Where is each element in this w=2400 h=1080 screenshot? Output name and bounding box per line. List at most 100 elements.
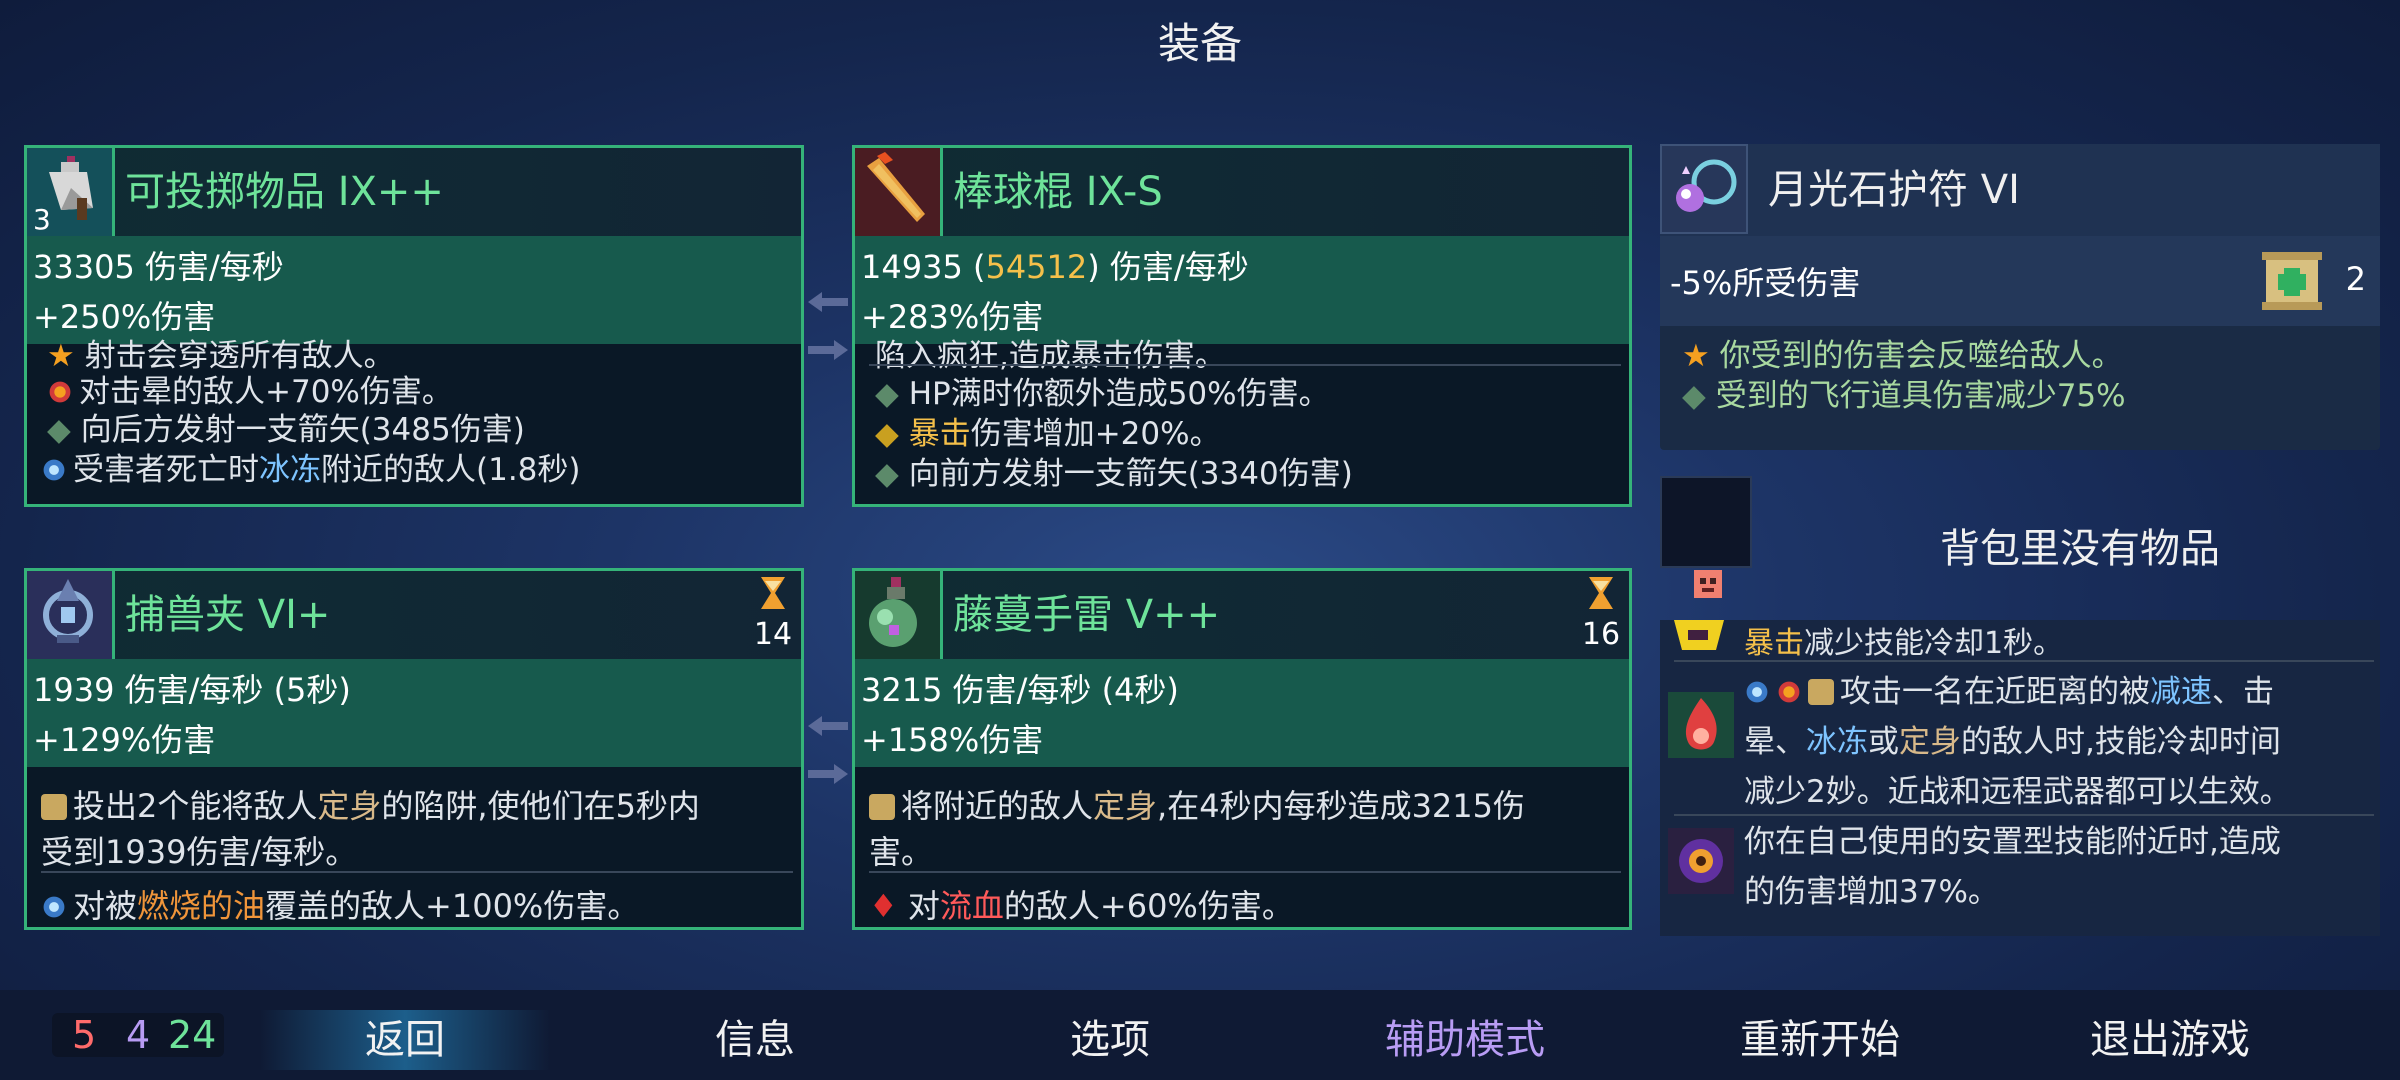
hourglass-icon	[1589, 577, 1613, 609]
purple-counter: 4	[126, 1013, 151, 1057]
effect-text: 的敌人+60%伤害。	[1003, 887, 1294, 925]
dps-text: 1939 伤害/每秒 (5秒)	[33, 671, 351, 709]
effect-text: 你受到的伤害会反噬给敌人。	[1719, 338, 2123, 374]
weapon-card-throwable[interactable]: 3 可投掷物品 IX++ 33305 伤害/每秒 +250%伤害 ★ 射击会穿透…	[24, 145, 804, 507]
effect-text: 减少技能冷却1秒。	[1804, 626, 2064, 661]
effect-line: 受到1939伤害/每秒。	[41, 833, 358, 871]
effect-line: 晕、冰冻或定身的敌人时,技能冷却时间	[1744, 716, 2281, 761]
weapon-card-bear-trap[interactable]: 捕兽夹 VI+ 14 1939 伤害/每秒 (5秒) +129%伤害 投出2个能…	[24, 568, 804, 930]
lock-icon	[869, 794, 895, 820]
effect-text: 受害者死亡时	[73, 452, 259, 488]
freeze-icon	[41, 457, 67, 483]
weapon-card-baseball-bat[interactable]: 棒球棍 IX-S 14935 (54512) 伤害/每秒 +283%伤害 陷入疯…	[852, 145, 1632, 507]
effect-text: 附近的敌人(1.8秒)	[321, 452, 581, 488]
effect-text: ,在4秒内每秒造成3215伤	[1157, 787, 1526, 825]
moonstone-amulet-icon	[1660, 144, 1748, 234]
weapon-stats: 3215 伤害/每秒 (4秒) +158%伤害	[855, 659, 1629, 767]
weapon-level: 3	[33, 203, 51, 236]
swap-arrow-right-icon[interactable]	[808, 340, 848, 360]
effect-line: 攻击一名在近距离的被减速、击	[1744, 666, 2274, 711]
flame-item-icon	[1668, 692, 1734, 758]
effect-line: 害。	[869, 833, 934, 871]
effect-line: 减少2妙。近战和远程武器都可以生效。	[1744, 774, 2291, 810]
quit-game-button[interactable]: 退出游戏	[2050, 1010, 2290, 1070]
root-keyword: 定身	[1899, 724, 1961, 760]
effect-line: ◆ HP满时你额外造成50%伤害。	[875, 376, 1330, 412]
amulet-panel[interactable]: 月光石护符 VI -5%所受伤害 2 ★ 你受到的伤害会反噬给敌人。 ◆ 受到的…	[1660, 144, 2380, 450]
crit-item-icon	[1674, 620, 1724, 650]
effect-text: 对	[907, 887, 940, 925]
swap-arrow-left-icon[interactable]	[808, 292, 848, 312]
root-keyword: 定身	[1093, 787, 1158, 825]
weapon-stats: 33305 伤害/每秒 +250%伤害	[27, 236, 801, 344]
stun-icon	[47, 379, 73, 405]
effect-line: 对被燃烧的油覆盖的敌人+100%伤害。	[41, 881, 639, 927]
green-counter: 24	[168, 1013, 217, 1057]
swap-arrow-right-icon[interactable]	[808, 764, 848, 784]
item-effects-list: 暴击减少技能冷却1秒。 攻击一名在近距离的被减速、击 晕、冰冻或定身的敌人时,技…	[1660, 620, 2380, 936]
divider	[869, 871, 1621, 873]
stun-icon	[1776, 679, 1802, 705]
amulet-stats: -5%所受伤害 2	[1660, 236, 2380, 326]
crit-keyword: 暴击	[908, 416, 971, 452]
root-keyword: 定身	[317, 787, 382, 825]
assist-mode-button[interactable]: 辅助模式	[1340, 1010, 1590, 1070]
restart-button[interactable]: 重新开始	[1700, 1010, 1940, 1070]
freeze-keyword: 冰冻	[259, 452, 321, 488]
hourglass-icon	[761, 577, 785, 609]
lock-icon	[1808, 679, 1834, 705]
effect-text: 覆盖的敌人+100%伤害。	[265, 887, 640, 925]
effect-line: 暴击减少技能冷却1秒。	[1744, 618, 2063, 662]
amulet-effect-line: ◆ 受到的飞行道具伤害减少75%	[1682, 378, 2126, 414]
weapon-name: 藤蔓手雷 V++	[953, 592, 1221, 638]
divider	[869, 364, 1621, 366]
slow-keyword: 减速	[2150, 674, 2212, 710]
screen-title: 装备	[1157, 19, 1242, 68]
cooldown-timer: 16	[1581, 575, 1621, 652]
backpack-panel: 背包里没有物品 暴击减少技能冷却1秒。 攻击一名在近距离的被减速、击 晕、冰冻或…	[1660, 476, 2380, 936]
weapon-stats: 14935 (54512) 伤害/每秒 +283%伤害	[855, 236, 1629, 344]
freeze-icon	[41, 894, 67, 920]
weapon-stats: 1939 伤害/每秒 (5秒) +129%伤害	[27, 659, 801, 767]
scroll-count: 2	[2345, 260, 2366, 298]
trap-aura-item-icon	[1668, 828, 1734, 894]
baseball-bat-icon	[855, 148, 943, 236]
scroll-icon	[2262, 252, 2322, 310]
weapon-name: 棒球棍 IX-S	[953, 169, 1163, 215]
effect-text: 的敌人时,技能冷却时间	[1961, 724, 2281, 760]
cooldown-value: 16	[1581, 617, 1621, 652]
burning-oil-keyword: 燃烧的油	[137, 887, 266, 925]
divider	[1674, 660, 2374, 662]
divider	[41, 871, 793, 873]
weapon-description: 投出2个能将敌人定身的陷阱,使他们在5秒内 受到1939伤害/每秒。 对被燃烧的…	[27, 767, 801, 927]
back-button[interactable]: 返回	[260, 1010, 550, 1070]
effect-text: 对被	[73, 887, 138, 925]
dps-unit: ) 伤害/每秒	[1087, 248, 1249, 286]
weapon-description: 陷入疯狂,造成暴击伤害。 ◆ HP满时你额外造成50%伤害。 ◆ 暴击伤害增加+…	[855, 338, 1629, 504]
swap-arrow-left-icon[interactable]	[808, 716, 848, 736]
effect-line: ◆ 向后方发射一支箭矢(3485伤害)	[47, 412, 525, 448]
cooldown-timer: 14	[753, 575, 793, 652]
effect-text: HP满时你额外造成50%伤害。	[908, 376, 1330, 412]
weapon-card-vine-grenade[interactable]: 藤蔓手雷 V++ 16 3215 伤害/每秒 (4秒) +158%伤害 将附近的…	[852, 568, 1632, 930]
effect-text: 投出2个能将敌人	[73, 787, 318, 825]
effect-line: 受害者死亡时冰冻附近的敌人(1.8秒)	[41, 444, 581, 489]
effect-text: 、击	[2212, 674, 2274, 710]
effect-line: 投出2个能将敌人定身的陷阱,使他们在5秒内	[41, 781, 700, 827]
effect-line: ♦ 对流血的敌人+60%伤害。	[869, 887, 1294, 925]
bleed-keyword: 流血	[939, 887, 1004, 925]
effect-line: 的伤害增加37%。	[1744, 874, 1999, 910]
effect-text: 向后方发射一支箭矢(3485伤害)	[80, 412, 525, 448]
effect-line: 你在自己使用的安置型技能附近时,造成	[1744, 824, 2281, 860]
red-counter: 5	[72, 1013, 97, 1057]
options-button[interactable]: 选项	[1000, 1010, 1220, 1070]
lock-icon	[41, 794, 67, 820]
dps-text: 3215 伤害/每秒 (4秒)	[861, 671, 1179, 709]
cooldown-value: 14	[753, 617, 793, 652]
damage-bonus: +129%伤害	[33, 721, 216, 759]
effect-text: 的陷阱,使他们在5秒内	[381, 787, 700, 825]
dps-value: 14935 (	[861, 248, 986, 286]
cleaver-icon: 3	[27, 148, 115, 236]
info-button[interactable]: 信息	[640, 1010, 870, 1070]
effect-text: 或	[1868, 724, 1899, 760]
